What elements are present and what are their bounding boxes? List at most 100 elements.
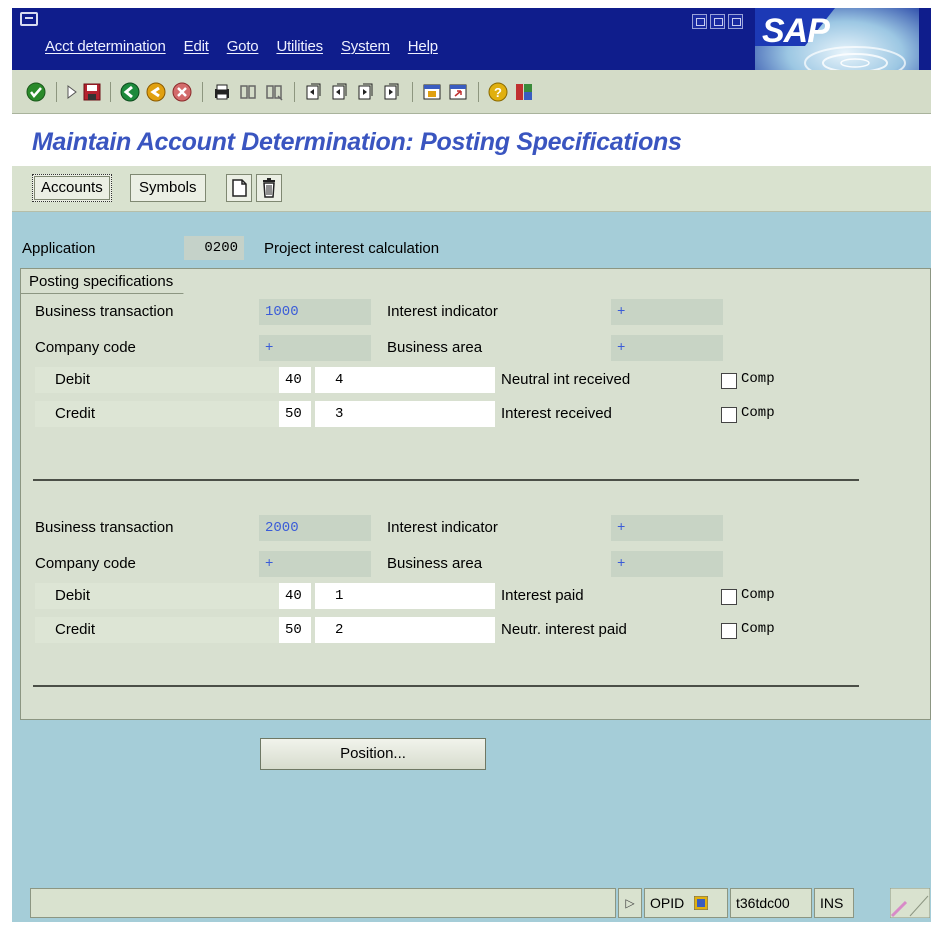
find-next-icon[interactable] (264, 82, 284, 102)
symbols-button[interactable]: Symbols (130, 174, 206, 202)
next-page-icon[interactable] (356, 82, 376, 102)
debit-account-symbol-input[interactable]: 4 (315, 367, 495, 393)
application-toolbar: Accounts Symbols (12, 166, 931, 212)
status-expand-icon[interactable]: ▷ (618, 888, 642, 918)
business-transaction-field: 2000 (259, 515, 371, 541)
credit-comp-label: Comp (741, 405, 775, 421)
debit-symbol-description: Neutral int received (501, 371, 631, 388)
server-name: t36tdc00 (730, 888, 812, 918)
application-label: Application (22, 240, 96, 257)
title-area: Maintain Account Determination: Posting … (12, 114, 931, 166)
print-icon[interactable] (212, 82, 232, 102)
group-title: Posting specifications (20, 268, 193, 294)
credit-posting-key-input[interactable]: 50 (279, 401, 311, 427)
debit-symbol-description: Interest paid (501, 587, 584, 604)
trash-icon (263, 178, 275, 198)
business-transaction-field: 1000 (259, 299, 371, 325)
back-icon[interactable] (120, 82, 140, 102)
position-button[interactable]: Position... (260, 738, 486, 770)
separator-line (33, 479, 859, 481)
menu-help[interactable]: Help (399, 38, 447, 55)
shortcut-icon[interactable] (448, 82, 468, 102)
debit-label: Debit (55, 371, 91, 388)
credit-comp-label: Comp (741, 621, 775, 637)
window-controls (692, 14, 743, 29)
menu-goto[interactable]: Goto (218, 38, 268, 55)
toolbar-separator (412, 82, 413, 102)
credit-symbol-description: Neutr. interest paid (501, 621, 627, 638)
company-code-label: Company code (35, 555, 136, 572)
menu-acct-determination[interactable]: Acct determination (36, 38, 175, 55)
accounts-button[interactable]: Accounts (32, 174, 112, 202)
customize-layout-icon[interactable] (514, 82, 534, 102)
debit-account-symbol-input[interactable]: 1 (315, 583, 495, 609)
work-area: Application 0200 Project interest calcul… (12, 212, 931, 922)
posting-specifications-group: Posting specifications Business transact… (20, 268, 931, 720)
exit-icon[interactable] (146, 82, 166, 102)
company-code-label: Company code (35, 339, 136, 356)
help-icon[interactable]: ? (488, 82, 508, 102)
business-transaction-label: Business transaction (35, 303, 174, 320)
svg-text:?: ? (494, 85, 502, 100)
credit-symbol-description: Interest received (501, 405, 612, 422)
command-field-arrow-icon[interactable] (66, 82, 78, 102)
credit-account-symbol-input[interactable]: 2 (315, 617, 495, 643)
new-entries-button[interactable] (226, 174, 252, 202)
debit-posting-key-input[interactable]: 40 (279, 367, 311, 393)
interest-indicator-label: Interest indicator (387, 303, 498, 320)
resize-grip-icon[interactable] (890, 888, 930, 918)
credit-label: Credit (55, 405, 96, 422)
debit-comp-label: Comp (741, 587, 775, 603)
debit-comp-label: Comp (741, 371, 775, 387)
separator-line (33, 685, 859, 687)
interest-indicator-label: Interest indicator (387, 519, 498, 536)
application-code-field: 0200 (184, 236, 244, 260)
minimize-icon[interactable] (692, 14, 707, 29)
maximize-icon[interactable] (710, 14, 725, 29)
find-icon[interactable] (238, 82, 258, 102)
debit-posting-key-input[interactable]: 40 (279, 583, 311, 609)
toolbar-separator (478, 82, 479, 102)
enter-icon[interactable] (26, 82, 46, 102)
create-session-icon[interactable] (422, 82, 442, 102)
system-menu-icon[interactable] (20, 12, 38, 26)
toolbar-separator (110, 82, 111, 102)
credit-posting-key-input[interactable]: 50 (279, 617, 311, 643)
toolbar-separator (202, 82, 203, 102)
program-name: OPID (650, 895, 685, 911)
company-code-field: + (259, 335, 371, 361)
interest-indicator-field: + (611, 515, 723, 541)
save-icon[interactable] (82, 82, 102, 102)
credit-account-symbol-input[interactable]: 3 (315, 401, 495, 427)
application-description: Project interest calculation (264, 240, 440, 257)
status-program-cell: OPID (644, 888, 728, 918)
new-document-icon (232, 179, 247, 197)
previous-page-icon[interactable] (330, 82, 350, 102)
credit-comp-checkbox[interactable] (721, 623, 737, 639)
status-bar: ▷ OPID t36tdc00 INS (12, 884, 931, 922)
interest-indicator-field: + (611, 299, 723, 325)
toolbar-separator (56, 82, 57, 102)
session-info-icon[interactable] (693, 895, 709, 911)
business-area-label: Business area (387, 555, 483, 572)
first-page-icon[interactable] (304, 82, 324, 102)
debit-comp-checkbox[interactable] (721, 589, 737, 605)
menu-items: Acct determination Edit Goto Utilities S… (36, 38, 447, 55)
menu-system[interactable]: System (332, 38, 399, 55)
credit-comp-checkbox[interactable] (721, 407, 737, 423)
close-icon[interactable] (728, 14, 743, 29)
standard-toolbar: ? (12, 70, 931, 114)
business-area-field: + (611, 335, 723, 361)
menu-edit[interactable]: Edit (175, 38, 218, 55)
insert-mode-indicator: INS (814, 888, 854, 918)
credit-label: Credit (55, 621, 96, 638)
delete-button[interactable] (256, 174, 282, 202)
status-message-area (30, 888, 616, 918)
last-page-icon[interactable] (382, 82, 402, 102)
debit-comp-checkbox[interactable] (721, 373, 737, 389)
debit-label: Debit (55, 587, 91, 604)
menu-utilities[interactable]: Utilities (267, 38, 332, 55)
toolbar-separator (294, 82, 295, 102)
cancel-icon[interactable] (172, 82, 192, 102)
business-transaction-label: Business transaction (35, 519, 174, 536)
